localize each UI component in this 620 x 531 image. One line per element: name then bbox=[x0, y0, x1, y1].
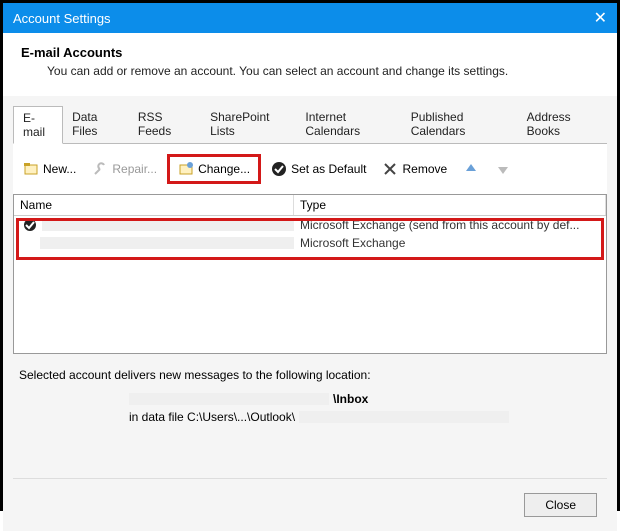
repair-label: Repair... bbox=[112, 162, 157, 176]
header-title: E-mail Accounts bbox=[21, 45, 599, 60]
tab-email[interactable]: E-mail bbox=[13, 106, 63, 144]
remove-icon bbox=[382, 161, 398, 177]
content-area: E-mail Data Files RSS Feeds SharePoint L… bbox=[3, 96, 617, 531]
account-redacted bbox=[129, 393, 329, 405]
change-label: Change... bbox=[198, 162, 250, 176]
repair-icon bbox=[92, 161, 108, 177]
account-name-redacted bbox=[42, 219, 294, 231]
tab-strip: E-mail Data Files RSS Feeds SharePoint L… bbox=[13, 96, 607, 144]
tab-published-calendars[interactable]: Published Calendars bbox=[402, 106, 518, 143]
titlebar: Account Settings ✕ bbox=[3, 3, 617, 33]
dialog-buttons: Close bbox=[13, 478, 607, 531]
remove-label: Remove bbox=[402, 162, 447, 176]
tab-internet-calendars[interactable]: Internet Calendars bbox=[296, 106, 401, 143]
change-button[interactable]: Change... bbox=[167, 154, 261, 184]
header: E-mail Accounts You can add or remove an… bbox=[3, 33, 617, 96]
close-button[interactable]: Close bbox=[524, 493, 597, 517]
datafile-prefix: in data file C:\Users\...\Outlook\ bbox=[129, 410, 295, 424]
account-name-redacted bbox=[40, 237, 294, 249]
list-header: Name Type bbox=[14, 195, 606, 216]
new-label: New... bbox=[43, 162, 76, 176]
account-list: Name Type Microsoft Exchange (send from … bbox=[13, 194, 607, 354]
close-icon[interactable]: ✕ bbox=[594, 8, 607, 28]
change-icon bbox=[178, 161, 194, 177]
set-default-label: Set as Default bbox=[291, 162, 366, 176]
footer-info: Selected account delivers new messages t… bbox=[13, 354, 607, 438]
tab-address-books[interactable]: Address Books bbox=[518, 106, 607, 143]
check-circle-icon bbox=[271, 161, 287, 177]
header-subtitle: You can add or remove an account. You ca… bbox=[21, 64, 599, 78]
account-type: Microsoft Exchange bbox=[294, 236, 606, 250]
tab-rss-feeds[interactable]: RSS Feeds bbox=[129, 106, 201, 143]
delivery-datafile-path: in data file C:\Users\...\Outlook\ bbox=[19, 410, 601, 424]
window-title: Account Settings bbox=[13, 11, 594, 26]
toolbar: New... Repair... Change... Set as Defaul… bbox=[13, 144, 607, 194]
table-row[interactable]: Microsoft Exchange (send from this accou… bbox=[14, 216, 606, 234]
new-icon bbox=[23, 161, 39, 177]
tab-sharepoint-lists[interactable]: SharePoint Lists bbox=[201, 106, 296, 143]
new-button[interactable]: New... bbox=[17, 158, 82, 180]
repair-button[interactable]: Repair... bbox=[86, 158, 163, 180]
column-header-type[interactable]: Type bbox=[294, 195, 606, 215]
move-up-button[interactable] bbox=[457, 158, 485, 180]
account-type: Microsoft Exchange (send from this accou… bbox=[294, 218, 606, 232]
move-down-button[interactable] bbox=[489, 158, 517, 180]
default-check-icon bbox=[22, 217, 38, 233]
arrow-up-icon bbox=[463, 161, 479, 177]
delivery-location-path: \Inbox bbox=[19, 392, 601, 406]
delivery-location-label: Selected account delivers new messages t… bbox=[19, 368, 601, 382]
set-default-button[interactable]: Set as Default bbox=[265, 158, 372, 180]
inbox-suffix: \Inbox bbox=[333, 392, 368, 406]
tab-data-files[interactable]: Data Files bbox=[63, 106, 129, 143]
path-redacted bbox=[299, 411, 509, 423]
column-header-name[interactable]: Name bbox=[14, 195, 294, 215]
table-row[interactable]: Microsoft Exchange bbox=[14, 234, 606, 252]
arrow-down-icon bbox=[495, 161, 511, 177]
remove-button[interactable]: Remove bbox=[376, 158, 453, 180]
